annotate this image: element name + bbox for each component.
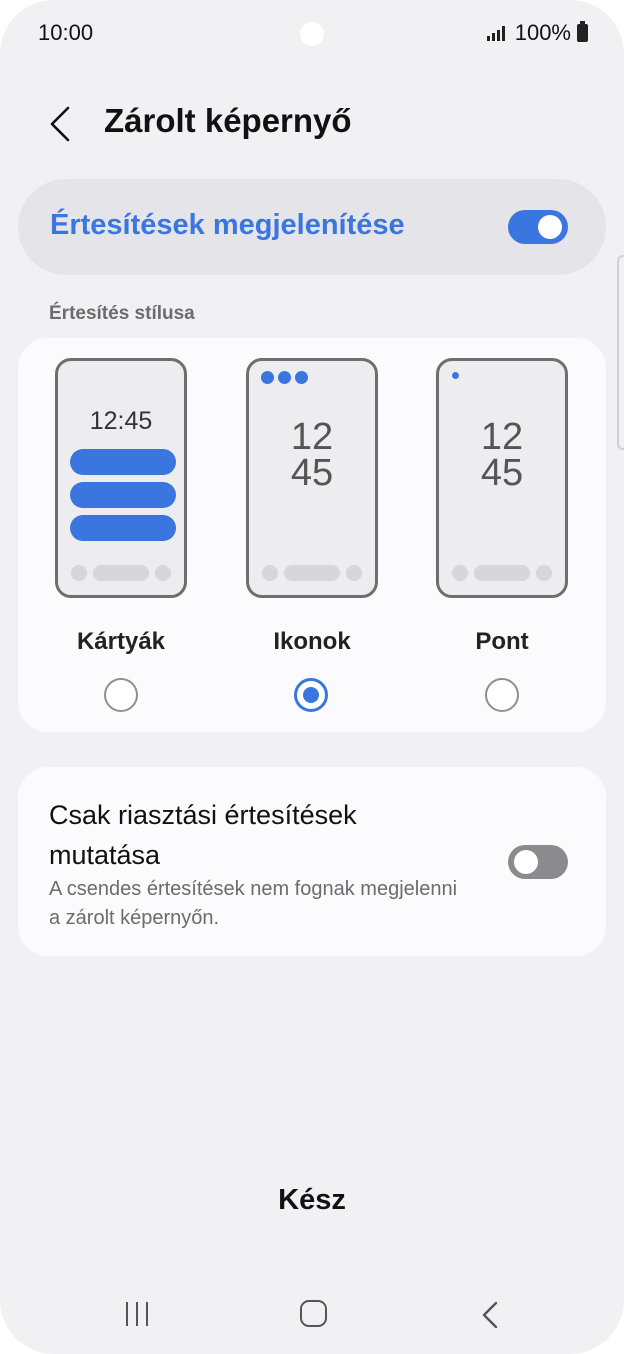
section-label: Értesítés stílusa xyxy=(49,303,195,324)
back-icon[interactable] xyxy=(478,1300,502,1330)
radio-cards[interactable] xyxy=(104,678,138,712)
recents-icon[interactable] xyxy=(126,1302,148,1326)
scroll-indicator xyxy=(617,255,624,450)
option-label-icons: Ikonok xyxy=(273,628,351,655)
preview-bottom-bar xyxy=(249,565,375,581)
preview-notification-icons xyxy=(261,371,308,384)
preview-bottom-bar xyxy=(439,565,565,581)
home-icon[interactable] xyxy=(300,1300,327,1327)
toggle-knob xyxy=(538,215,562,239)
preview-time: 12:45 xyxy=(89,407,153,435)
option-label-cards: Kártyák xyxy=(76,628,166,655)
preview-notification-card xyxy=(70,515,176,541)
cards-style-preview[interactable]: 12:45 xyxy=(55,358,187,598)
option-label-dot: Pont xyxy=(475,628,529,655)
alert-only-toggle[interactable] xyxy=(508,845,568,879)
master-switch-row[interactable]: Értesítések megjelenítése xyxy=(18,179,606,275)
phone-screen: 10:00 100% Zárolt képernyő Értesítések m… xyxy=(0,0,624,1354)
radio-dot[interactable] xyxy=(485,678,519,712)
preview-notification-card xyxy=(70,482,176,508)
master-switch-label: Értesítések megjelenítése xyxy=(50,209,405,241)
page-title: Zárolt képernyő xyxy=(104,102,352,139)
notification-style-card: 12:45 12 45 12 45 Kártyák Ikonok Pont xyxy=(18,338,606,732)
done-button[interactable]: Kész xyxy=(212,1184,412,1217)
alert-only-description: A csendes értesítések nem fognak megjele… xyxy=(49,878,458,929)
preview-time: 12 45 xyxy=(480,416,524,494)
battery-percent: 100% xyxy=(514,20,571,45)
preview-notification-card xyxy=(70,449,176,475)
preview-notification-dot xyxy=(452,372,459,379)
status-indicators: 100% xyxy=(486,20,588,46)
master-toggle[interactable] xyxy=(508,210,568,244)
front-camera xyxy=(300,22,324,46)
chevron-left-icon xyxy=(50,106,70,142)
preview-time: 12 45 xyxy=(290,416,334,494)
battery-icon xyxy=(577,21,588,42)
toggle-knob xyxy=(514,850,538,874)
radio-icons[interactable] xyxy=(294,678,328,712)
icons-style-preview[interactable]: 12 45 xyxy=(246,358,378,598)
preview-bottom-bar xyxy=(58,565,184,581)
status-time: 10:00 xyxy=(38,20,94,45)
back-button[interactable] xyxy=(44,104,80,144)
dot-style-preview[interactable]: 12 45 xyxy=(436,358,568,598)
alert-only-row[interactable]: Csak riasztási értesítések mutatása A cs… xyxy=(18,767,606,956)
signal-icon xyxy=(486,25,505,41)
alert-only-title: Csak riasztási értesítések mutatása xyxy=(49,800,357,870)
